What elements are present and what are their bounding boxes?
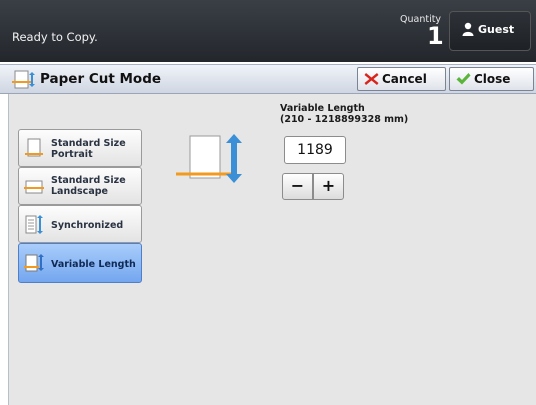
quantity-value: 1: [427, 22, 444, 50]
close-label: Close: [474, 72, 511, 86]
variable-length-icon: [24, 254, 44, 272]
option-synchronized[interactable]: Synchronized: [18, 205, 142, 243]
cancel-button[interactable]: Cancel: [357, 67, 446, 91]
guest-label: Guest: [478, 23, 515, 36]
option-standard-size-portrait[interactable]: Standard Size Portrait: [18, 129, 142, 167]
header-bar: Ready to Copy. Quantity 1 Guest: [0, 0, 536, 62]
page-title: Paper Cut Mode: [40, 71, 162, 87]
variable-length-value-field[interactable]: 1189: [284, 136, 346, 164]
cancel-label: Cancel: [382, 72, 427, 86]
option-standard-size-landscape[interactable]: Standard Size Landscape: [18, 167, 142, 205]
status-text: Ready to Copy.: [12, 30, 98, 44]
guest-login-button[interactable]: Guest: [449, 11, 531, 51]
close-button[interactable]: Close: [449, 67, 534, 91]
option-standard-portrait-label: Standard Size Portrait: [51, 138, 126, 160]
landscape-paper-icon: [24, 180, 44, 194]
user-icon: [462, 22, 474, 36]
decrement-button[interactable]: −: [282, 173, 313, 200]
option-variable-length[interactable]: Variable Length: [18, 243, 142, 283]
portrait-paper-icon: [25, 138, 43, 157]
title-bar: Paper Cut Mode Cancel Close: [0, 64, 536, 94]
option-variable-length-label: Variable Length: [51, 259, 136, 270]
option-synchronized-label: Synchronized: [51, 220, 124, 231]
paper-cut-length-illustration: [176, 134, 242, 183]
synchronized-icon: [25, 215, 43, 234]
variable-length-label: Variable Length (210 - 1218899328 mm): [280, 103, 409, 125]
checkmark-icon: [456, 73, 471, 85]
paper-cut-icon: [12, 70, 35, 89]
option-standard-landscape-label: Standard Size Landscape: [51, 175, 126, 197]
increment-button[interactable]: +: [313, 173, 344, 200]
cancel-x-icon: [364, 73, 379, 85]
